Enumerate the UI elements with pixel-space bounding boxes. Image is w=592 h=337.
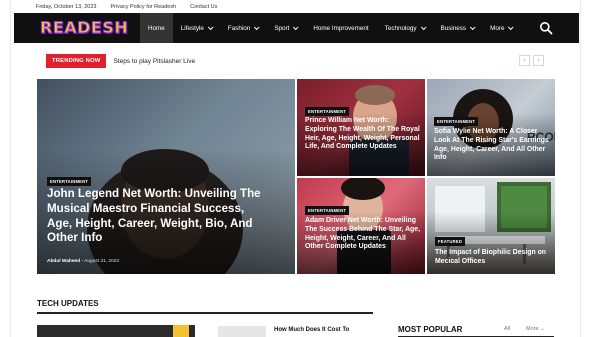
- category-tag[interactable]: ENTERTAINMENT: [47, 177, 92, 186]
- nav-item-home-improvement[interactable]: Home Improvement: [305, 13, 376, 43]
- thumbnail-accent: [173, 325, 189, 337]
- main-navbar: READESH Home Lifestyle Fashion Sport Hom…: [14, 13, 579, 43]
- filter-more-dropdown[interactable]: More ⌄: [526, 326, 545, 332]
- author-name[interactable]: Abdul Waheed: [47, 259, 80, 264]
- contact-us-link[interactable]: Contact Us: [190, 4, 217, 10]
- article-meta: Abdul Waheed - August 31, 2023: [47, 259, 120, 264]
- search-button[interactable]: [539, 21, 553, 35]
- article-title[interactable]: The Impact of Biophilic Design on Mecica…: [435, 249, 551, 267]
- chevron-down-icon: [508, 24, 514, 31]
- chevron-left-icon: ‹: [523, 57, 526, 64]
- nav-item-home[interactable]: Home: [140, 13, 173, 43]
- tech-updates-heading: TECH UPDATES: [37, 299, 99, 308]
- trending-nav: ‹ ›: [519, 55, 544, 66]
- search-icon: [540, 22, 553, 35]
- trending-headline-link[interactable]: Steps to play Pitslasher Live: [113, 58, 195, 65]
- current-date: Friday, October 13, 2023: [36, 3, 97, 10]
- nav-item-lifestyle[interactable]: Lifestyle: [173, 13, 220, 43]
- chevron-down-icon: [293, 24, 299, 31]
- trending-prev-button[interactable]: ‹: [519, 55, 530, 66]
- featured-article-4[interactable]: ENTERTAINMENT Adam Driver Net Worth: Unv…: [297, 178, 425, 274]
- nav-item-fashion[interactable]: Fashion: [220, 13, 266, 43]
- category-tag[interactable]: ENTERTAINMENT: [305, 107, 350, 116]
- small-article-thumbnail[interactable]: [218, 326, 266, 337]
- chevron-down-icon: [469, 24, 476, 31]
- article-title[interactable]: Adam Driver Net Worth: Unveiling The Suc…: [305, 217, 421, 252]
- section-divider: [37, 312, 373, 314]
- filter-all-tab[interactable]: All: [504, 326, 510, 332]
- small-article-title[interactable]: How Much Does It Cost To: [274, 327, 349, 333]
- tech-article-thumbnail[interactable]: [37, 325, 195, 337]
- most-popular-heading: MOST POPULAR: [398, 325, 463, 334]
- main-menu: Home Lifestyle Fashion Sport Home Improv…: [140, 13, 520, 43]
- category-tag[interactable]: FEATURED: [435, 237, 466, 246]
- article-title[interactable]: Prince William Net Worth: Exploring The …: [305, 117, 421, 152]
- chevron-down-icon: [207, 24, 214, 31]
- nav-item-technology[interactable]: Technology: [377, 13, 433, 43]
- site-logo[interactable]: READESH: [38, 17, 128, 39]
- chevron-down-icon: [420, 24, 427, 31]
- trending-next-button[interactable]: ›: [533, 55, 544, 66]
- privacy-policy-link[interactable]: Privacy Policy for Readesh: [110, 4, 176, 10]
- featured-main-article[interactable]: ENTERTAINMENT John Legend Net Worth: Unv…: [37, 79, 295, 274]
- article-title[interactable]: Sofia Wylie Net Worth: A Closer Look At …: [434, 128, 550, 163]
- featured-article-5[interactable]: FEATURED The Impact of Biophilic Design …: [427, 178, 555, 274]
- featured-article-3[interactable]: RCON ENTERTAINMENT Sofia Wylie Net Worth…: [427, 79, 555, 176]
- top-bar: Friday, October 13, 2023 Privacy Policy …: [36, 0, 217, 13]
- nav-item-business[interactable]: Business: [433, 13, 483, 43]
- article-title[interactable]: John Legend Net Worth: Unveiling The Mus…: [47, 187, 267, 246]
- chevron-right-icon: ›: [537, 57, 540, 64]
- nav-item-sport[interactable]: Sport: [266, 13, 305, 43]
- trending-bar: TRENDING NOW Steps to play Pitslasher Li…: [46, 54, 195, 68]
- article-date: August 31, 2023: [84, 259, 120, 264]
- logo-text: READESH: [39, 18, 129, 38]
- category-tag[interactable]: ENTERTAINMENT: [305, 206, 350, 215]
- trending-badge: TRENDING NOW: [46, 54, 107, 68]
- chevron-down-icon: [254, 24, 260, 31]
- chevron-down-icon: ⌄: [540, 326, 545, 332]
- category-tag[interactable]: ENTERTAINMENT: [434, 117, 479, 126]
- featured-article-2[interactable]: ENTERTAINMENT Prince William Net Worth: …: [297, 79, 425, 176]
- nav-item-more[interactable]: More: [482, 13, 520, 43]
